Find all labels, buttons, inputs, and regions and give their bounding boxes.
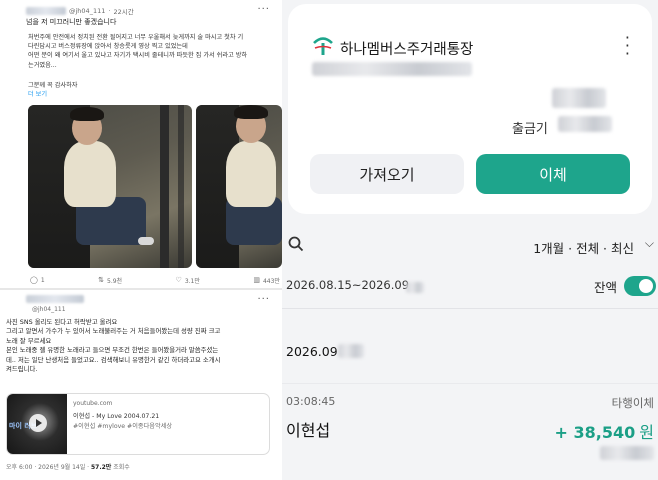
post-2-body-line: 본인 노래중 젤 유명한 노래라고 들으면 무조건 한번은 들어봤을거라 말씀주… — [6, 346, 219, 355]
account-card: 하나멤버스주거래통장 · · · 출금기 가져오기 이체 — [288, 4, 652, 214]
balance-toggle-label: 잔액 — [594, 280, 618, 295]
transaction-date: 2026.09 — [286, 344, 338, 359]
transaction-type: 타행이체 — [611, 396, 654, 410]
transaction-date-blurred — [338, 344, 364, 358]
post-2-author-name — [26, 295, 84, 305]
date-range-blurred — [406, 282, 424, 293]
post-time: 22시간 — [113, 8, 134, 16]
amount-unit: 원 — [639, 423, 654, 442]
youtube-link-card[interactable]: 마이 러브 youtube.com 이현섭 - My Love 2004.07.… — [6, 393, 270, 455]
balance-toggle[interactable] — [624, 276, 656, 296]
play-icon[interactable] — [29, 414, 47, 432]
post-timestamp: 오후 6:00 · 2026년 9월 14일 · — [6, 464, 91, 471]
post-1-author-row: @jh04_111 · 22시간 — [26, 6, 134, 16]
post-1-body-line: 처번주에 안전에서 정치된 전환 될어지고 너무 우울해서 늦게까지 술 마시고… — [28, 34, 244, 41]
bar-chart-icon: ▥ — [253, 276, 260, 284]
transaction-amount: + 38,540 원 — [555, 419, 654, 443]
bank-app: 하나멤버스주거래통장 · · · 출금기 가져오기 이체 1개월 · 전체 · 최신… — [282, 0, 658, 480]
date-range: 2026.08.15~2026.09 — [286, 278, 410, 292]
post-1-body-line: 는거였음... — [28, 61, 57, 69]
hana-bank-logo-icon — [313, 37, 333, 55]
post-1-body: 처번주에 안전에서 정치된 전환 될어지고 너무 우울해서 늦게까지 술 마시고… — [28, 33, 274, 70]
fetch-button[interactable]: 가져오기 — [310, 154, 464, 194]
social-feed: @jh04_111 · 22시간 ··· 넘을 저 미끄러니만 좋겠습니다 처번… — [0, 0, 282, 480]
withdrawable-amount-blurred — [558, 116, 612, 132]
show-more-link[interactable]: 더 보기 — [28, 89, 47, 98]
repost-button[interactable]: ⇅ 5.9천 — [98, 276, 122, 286]
post-photo-1[interactable] — [28, 105, 192, 268]
post-2-body-line: 사진 SNS 올리도 된다고 허락받고 올려요 — [6, 318, 118, 326]
link-tags: #이현섭 #mylove #이종다음악세상 — [73, 423, 173, 430]
like-button[interactable]: ♡ 3.1만 — [175, 276, 200, 286]
amount-value: + 38,540 — [554, 423, 636, 442]
video-thumbnail[interactable]: 마이 러브 — [7, 394, 67, 454]
post-photo-2[interactable] — [196, 105, 282, 268]
author-name-blurred — [26, 7, 66, 15]
more-options-icon[interactable]: ··· — [257, 4, 270, 15]
transfer-button[interactable]: 이체 — [476, 154, 630, 194]
account-number-blurred — [312, 62, 472, 76]
balance-after-blurred — [600, 446, 654, 460]
author-handle[interactable]: @jh04_111 — [69, 7, 105, 15]
filter-options[interactable]: 1개월 · 전체 · 최신 — [533, 238, 634, 257]
post-2-body: 사진 SNS 올리도 된다고 허락받고 올려요 그리고 알면서 가수가 누 있어… — [6, 318, 278, 374]
post-1-body-line: 다린답시고 버스정류장에 앉아서 창승릇게 영상 찍고 있었는데 — [28, 43, 188, 51]
balance-blurred — [552, 88, 606, 108]
post-2-body-line: 데.. 저는 일단 난생처음 들었고요.. 검색해보니 유명한거 같긴 하더라고… — [6, 355, 221, 364]
more-vertical-icon[interactable]: · · · — [625, 30, 630, 62]
view-count: 57.2만 — [90, 464, 112, 471]
post-1-actions: ◯ 1 ⇅ 5.9천 ♡ 3.1만 ▥ 443만 — [30, 276, 280, 286]
author-handle[interactable]: @jh04_111 — [32, 306, 66, 313]
heart-icon: ♡ — [175, 276, 182, 284]
search-icon[interactable] — [288, 236, 304, 252]
post-2-meta: 오후 6:00 · 2026년 9월 14일 · 57.2만 조회수 — [6, 462, 130, 471]
post-2[interactable]: ··· @jh04_111 사진 SNS 올리도 된다고 허락받고 올려요 그리… — [0, 290, 282, 480]
chevron-down-icon[interactable]: ⌵ — [645, 236, 654, 251]
link-title[interactable]: 이현섭 - My Love 2004.07.21 — [73, 411, 159, 420]
post-1[interactable]: @jh04_111 · 22시간 ··· 넘을 저 미끄러니만 좋겠습니다 처번… — [0, 0, 282, 288]
post-2-body-line: 그리고 알면서 가수가 누 있어서 노래불러주는 거 처음들어봤는데 성량 진짜… — [6, 327, 221, 336]
filter-row: 1개월 · 전체 · 최신 ⌵ — [282, 230, 658, 260]
more-options-icon[interactable]: ··· — [257, 294, 270, 305]
transaction-counterparty[interactable]: 이현섭 — [286, 417, 330, 441]
post-2-body-line: 켜드립니다. — [6, 365, 38, 374]
divider — [282, 383, 658, 384]
author-name-blurred — [26, 295, 84, 303]
reply-icon: ◯ — [30, 276, 38, 284]
reply-button[interactable]: ◯ 1 — [30, 276, 45, 285]
post-1-body-line: 어떤 분이 왜 여기서 울고 있냐고 자기가 택시비 줄테니까 따듯한 집 가서… — [28, 52, 248, 60]
post-1-title: 넘을 저 미끄러니만 좋겠습니다 — [26, 18, 117, 26]
repost-icon: ⇅ — [98, 276, 105, 284]
transaction-time: 03:08:45 — [286, 395, 336, 408]
withdrawable-label: 출금기 — [512, 122, 548, 137]
post-2-body-line: 노래 잘 부르세요 — [6, 336, 52, 345]
account-name: 하나멤버스주거래통장 — [340, 42, 474, 58]
link-domain: youtube.com — [73, 400, 113, 407]
views-button[interactable]: ▥ 443만 — [253, 276, 280, 286]
view-count-label: 조회수 — [111, 464, 130, 471]
divider — [282, 308, 658, 309]
post-1-sub-line: 그분께 꼭 감사하자 — [28, 82, 78, 89]
